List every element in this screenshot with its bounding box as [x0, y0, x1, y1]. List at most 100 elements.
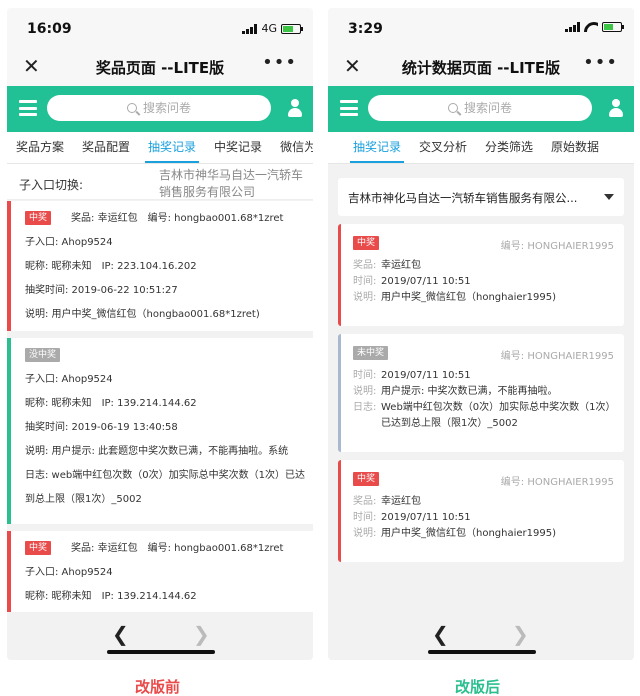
- time-row: 时间: 2019/07/11 10:51: [353, 370, 471, 381]
- search-icon: [447, 103, 458, 113]
- record-card[interactable]: 未中奖 编号: HONGHAIER1995 时间: 2019/07/11 10:51…: [338, 334, 624, 452]
- sub-entry-row: 子入口: Ahop9524: [25, 374, 113, 385]
- signal-icon: [565, 22, 580, 32]
- nickname: 昵称: 昵称未知: [25, 398, 92, 409]
- time-row: 时间: 2019/07/11 10:51: [353, 512, 471, 523]
- tab-prize-config[interactable]: 奖品配置: [73, 132, 139, 162]
- tab-draw-records[interactable]: 抽奖记录: [344, 132, 410, 163]
- sub-entry-switch[interactable]: 子入口切换: 吉林市神华马自达一汽轿车销售服务有限公司: [7, 164, 313, 200]
- battery-icon: [602, 22, 624, 32]
- description-row: 说明: 用户提示: 中奖次数已满，不能再抽啦。: [353, 386, 558, 397]
- status-time: 16:09: [27, 21, 72, 37]
- user-icon[interactable]: [287, 99, 303, 119]
- tab-prize-plan[interactable]: 奖品方案: [7, 132, 73, 162]
- record-card[interactable]: 中奖 编号: HONGHAIER1995 奖品: 幸运红包 时间: 2019/07/1…: [338, 460, 624, 562]
- description: 说明: 用户中奖_微信红包（hongbao001.68*1zret): [25, 309, 260, 320]
- sub-entry-row: 子入口: Ahop9524: [25, 237, 113, 248]
- prize-row: 奖品: 幸运红包: [353, 496, 421, 507]
- record-card[interactable]: 中奖 奖品: 幸运红包 编号: hongbao001.68*1zret 子入口: A…: [7, 531, 313, 621]
- no-win-badge: 没中奖: [25, 348, 61, 362]
- sub-entry-dropdown[interactable]: 吉林市神化马自达一汽轿车销售服务有限公...: [338, 178, 624, 216]
- prize-label: 奖品:: [71, 543, 95, 554]
- nickname: 昵称: 昵称未知: [25, 261, 92, 272]
- prize-label: 奖品:: [71, 213, 95, 224]
- prize-value: 幸运红包: [97, 213, 138, 224]
- forward-icon[interactable]: ❯: [193, 622, 210, 646]
- win-badge: 中奖: [25, 211, 52, 225]
- search-input[interactable]: 搜索问卷: [47, 95, 271, 121]
- description-row: 说明: 用户中奖_微信红包（honghaier1995): [353, 528, 556, 539]
- menu-icon[interactable]: [340, 100, 358, 116]
- network-label: 4G: [261, 22, 277, 35]
- bottom-nav: ❮ ❯: [7, 612, 313, 660]
- forward-icon[interactable]: ❯: [512, 622, 529, 646]
- tab-win-records[interactable]: 中奖记录: [205, 132, 271, 162]
- caption-after: 改版后: [455, 678, 501, 696]
- home-indicator: [428, 650, 536, 654]
- draw-time: 抽奖时间: 2019-06-19 13:40:58: [25, 422, 178, 433]
- wifi-icon: [584, 22, 598, 32]
- more-icon[interactable]: •••: [262, 52, 297, 73]
- record-code: 编号: HONGHAIER1995: [500, 351, 614, 362]
- nickname: 昵称: 昵称未知: [25, 591, 92, 602]
- record-code: 编号: HONGHAIER1995: [500, 477, 614, 488]
- code-value: hongbao001.68*1zret: [174, 213, 284, 224]
- record-code: 编号: HONGHAIER1995: [500, 241, 614, 252]
- user-icon[interactable]: [608, 99, 624, 119]
- tab-wechat[interactable]: 微信为: [271, 132, 313, 162]
- bottom-nav: ❮ ❯: [328, 612, 634, 660]
- tab-bar: 奖品方案 奖品配置 抽奖记录 中奖记录 微信为: [7, 132, 313, 164]
- sub-entry-row: 子入口: Ahop9524: [25, 567, 113, 578]
- code-label: 编号:: [147, 213, 171, 224]
- status-icons: 4G: [242, 22, 303, 35]
- sub-entry-value: 吉林市神华马自达一汽轿车销售服务有限公司: [159, 168, 304, 199]
- battery-icon: [281, 23, 303, 34]
- back-icon[interactable]: ❮: [112, 622, 129, 646]
- win-badge: 中奖: [25, 541, 52, 555]
- time-row: 时间: 2019/07/11 10:51: [353, 276, 471, 287]
- phone-before: 16:09 4G ✕ 奖品页面 --LITE版 ••• 搜索问卷 奖品方案 奖品配…: [7, 8, 313, 660]
- ip: IP: 139.214.144.62: [101, 398, 197, 409]
- caret-down-icon: [604, 194, 614, 200]
- tab-category-filter[interactable]: 分类筛选: [476, 132, 542, 162]
- ip: IP: 139.214.144.62: [101, 591, 197, 602]
- signal-icon: [242, 23, 258, 34]
- status-time: 3:29: [348, 21, 383, 37]
- log-row: 日志: Web端中红包次数（0次）加实际总中奖次数（1次）已达到总上限（限1次）_…: [353, 402, 611, 429]
- title-bar: ✕ 奖品页面 --LITE版 •••: [7, 46, 313, 86]
- tab-raw-data[interactable]: 原始数据: [542, 132, 608, 162]
- description-row: 说明: 用户中奖_微信红包（honghaier1995): [353, 292, 556, 303]
- draw-time: 抽奖时间: 2019-06-22 10:51:27: [25, 285, 178, 296]
- tab-draw-records[interactable]: 抽奖记录: [139, 132, 205, 163]
- caption-before: 改版前: [135, 678, 181, 696]
- sub-entry-label: 子入口切换:: [19, 178, 84, 192]
- search-input[interactable]: 搜索问卷: [368, 95, 592, 121]
- status-bar: 3:29: [328, 8, 634, 46]
- header-bar: 搜索问卷: [328, 86, 634, 132]
- more-icon[interactable]: •••: [583, 52, 618, 73]
- menu-icon[interactable]: [19, 100, 37, 116]
- search-placeholder: 搜索问卷: [463, 101, 512, 115]
- ip: IP: 223.104.16.202: [101, 261, 197, 272]
- search-icon: [126, 103, 137, 113]
- win-badge: 中奖: [353, 472, 380, 486]
- record-card[interactable]: 中奖 奖品: 幸运红包 编号: hongbao001.68*1zret 子入口: A…: [7, 201, 313, 331]
- prize-value: 幸运红包: [97, 543, 138, 554]
- home-indicator: [107, 650, 215, 654]
- back-icon[interactable]: ❮: [432, 622, 449, 646]
- prize-row: 奖品: 幸运红包: [353, 260, 421, 271]
- win-badge: 中奖: [353, 236, 380, 250]
- dropdown-value: 吉林市神化马自达一汽轿车销售服务有限公...: [348, 191, 578, 205]
- tab-cross-analysis[interactable]: 交叉分析: [410, 132, 476, 162]
- code-label: 编号:: [147, 543, 171, 554]
- status-bar: 16:09 4G: [7, 8, 313, 46]
- record-card[interactable]: 没中奖 子入口: Ahop9524 昵称: 昵称未知 IP: 139.214.14…: [7, 338, 313, 524]
- log: 日志: web端中红包次数（0次）加实际总中奖次数（1次）已达到总上限（限1次）…: [25, 470, 305, 505]
- phone-after: 3:29 ✕ 统计数据页面 --LITE版 ••• 搜索问卷 抽奖记录 交叉分析分…: [328, 8, 634, 660]
- record-card[interactable]: 中奖 编号: HONGHAIER1995 奖品: 幸运红包 时间: 2019/07/1…: [338, 224, 624, 326]
- code-value: hongbao001.68*1zret: [174, 543, 284, 554]
- status-icons: [565, 22, 624, 32]
- tab-bar: 抽奖记录 交叉分析 分类筛选 原始数据: [328, 132, 634, 164]
- title-bar: ✕ 统计数据页面 --LITE版 •••: [328, 46, 634, 86]
- search-placeholder: 搜索问卷: [142, 101, 191, 115]
